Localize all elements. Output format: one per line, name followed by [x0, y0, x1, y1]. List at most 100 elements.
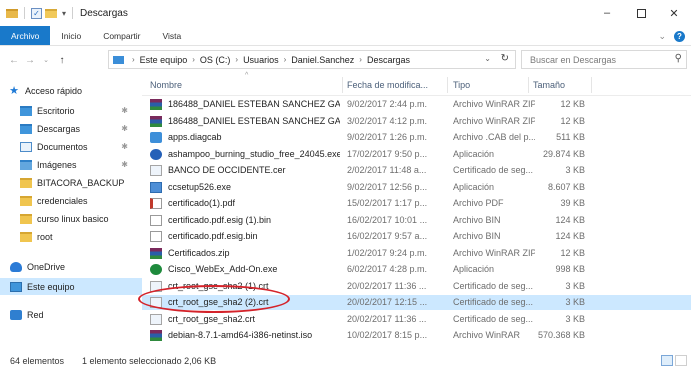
sidebar-item-onedrive[interactable]: OneDrive [0, 258, 142, 275]
file-type: Aplicación [453, 181, 495, 192]
file-row[interactable]: certificado.pdf.esig (1).bin 16/02/2017 … [142, 213, 691, 228]
diagcab-icon [150, 132, 162, 143]
divider[interactable] [528, 77, 529, 93]
certificate-icon [150, 297, 162, 308]
chevron-down-icon[interactable]: ▾ [62, 9, 66, 18]
file-size: 3 KB [565, 165, 585, 175]
folder-icon [20, 231, 32, 242]
file-date: 3/02/2017 4:12 p.m. [347, 115, 428, 126]
file-row[interactable]: ccsetup526.exe 9/02/2017 12:56 p... Apli… [142, 180, 691, 195]
divider [24, 7, 25, 19]
file-row[interactable]: crt_root_gse_sha2 (1).crt 20/02/2017 11:… [142, 279, 691, 294]
minimize-button[interactable]: – [590, 0, 624, 26]
expand-ribbon-icon[interactable]: ⌄ [658, 31, 666, 42]
file-row[interactable]: certificado.pdf.esig.bin 16/02/2017 9:57… [142, 229, 691, 244]
file-type: Archivo WinRAR [453, 330, 521, 340]
pin-icon[interactable]: ✱ [121, 106, 128, 115]
breadcrumb-user[interactable]: Daniel.Sanchez [291, 55, 354, 65]
file-row-selected[interactable]: crt_root_gse_sha2 (2).crt 20/02/2017 12:… [142, 295, 691, 310]
file-type: Archivo .CAB del p... [453, 132, 535, 142]
column-header-date[interactable]: Fecha de modifica... [347, 74, 445, 96]
tab-compartir[interactable]: Compartir [92, 26, 151, 45]
maximize-button[interactable] [624, 0, 658, 26]
recent-locations-button[interactable]: ⌄ [38, 56, 54, 64]
sidebar-item-label: credenciales [37, 195, 88, 206]
sidebar-item-root[interactable]: root [0, 228, 142, 245]
properties-icon[interactable]: ✓ [31, 7, 42, 19]
ashampoo-icon [150, 148, 162, 160]
pdf-icon [150, 198, 162, 209]
file-row[interactable]: ashampoo_burning_studio_free_24045.exe 1… [142, 147, 691, 162]
file-type: Archivo WinRAR ZIP [453, 99, 535, 109]
breadcrumb-este-equipo[interactable]: Este equipo [140, 55, 188, 65]
column-header-name[interactable]: Nombre ^ [150, 72, 340, 96]
file-name: certificado.pdf.esig (1).bin [168, 214, 272, 225]
sidebar-item-escritorio[interactable]: Escritorio ✱ [0, 102, 142, 119]
folder-icon [20, 213, 32, 224]
column-header-size[interactable]: Tamaño [533, 74, 593, 96]
divider[interactable] [447, 77, 448, 93]
sidebar-item-este-equipo[interactable]: Este equipo [0, 278, 142, 295]
address-row: ← → ⌄ ↑ › Este equipo › OS (C:) › Usuari… [0, 47, 691, 73]
back-button[interactable]: ← [6, 55, 22, 66]
file-date: 17/02/2017 9:50 p... [347, 148, 428, 159]
details-view-icon[interactable] [661, 355, 673, 366]
sidebar-item-documentos[interactable]: Documentos ✱ [0, 138, 142, 155]
documents-icon [20, 141, 32, 152]
sidebar-item-credenciales[interactable]: credenciales [0, 192, 142, 209]
file-row[interactable]: 186488_DANIEL ESTEBAN SANCHEZ GA... 9/02… [142, 97, 691, 112]
file-row[interactable]: certificado(1).pdf 15/02/2017 1:17 p... … [142, 196, 691, 211]
sidebar-item-acceso-rapido[interactable]: ★ Acceso rápido [0, 82, 142, 99]
large-icons-view-icon[interactable] [675, 355, 687, 366]
breadcrumb-usuarios[interactable]: Usuarios [243, 55, 279, 65]
sidebar-item-red[interactable]: Red [0, 306, 142, 323]
tab-vista[interactable]: Vista [152, 26, 193, 45]
search-input[interactable] [522, 51, 662, 68]
file-row[interactable]: crt_root_gse_sha2.crt 20/02/2017 11:36 .… [142, 312, 691, 327]
file-row[interactable]: debian-8.7.1-amd64-i386-netinst.iso 10/0… [142, 328, 691, 343]
help-icon[interactable]: ? [674, 30, 685, 42]
chevron-right-icon[interactable]: › [132, 55, 135, 64]
sidebar-item-bitacora-backup[interactable]: BITACORA_BACKUP [0, 174, 142, 191]
close-button[interactable]: ✕ [657, 0, 691, 26]
sidebar-item-descargas[interactable]: Descargas ✱ [0, 120, 142, 137]
search-box[interactable]: ⚲ [521, 50, 687, 69]
chevron-down-icon[interactable]: ⌄ [484, 54, 491, 63]
file-row[interactable]: Cisco_WebEx_Add-On.exe 6/02/2017 4:28 p.… [142, 262, 691, 277]
file-row[interactable]: BANCO DE OCCIDENTE.cer 2/02/2017 11:48 a… [142, 163, 691, 178]
address-bar[interactable]: › Este equipo › OS (C:) › Usuarios › Dan… [108, 50, 516, 69]
tab-archivo[interactable]: Archivo [0, 26, 51, 45]
divider[interactable] [591, 77, 592, 93]
file-type: Archivo BIN [453, 214, 501, 225]
divider[interactable] [342, 77, 343, 93]
column-header-type[interactable]: Tipo [453, 74, 523, 96]
new-folder-icon[interactable] [45, 8, 57, 18]
breadcrumb-descargas[interactable]: Descargas [367, 55, 410, 65]
search-icon[interactable]: ⚲ [675, 53, 682, 64]
up-button[interactable]: ↑ [54, 55, 70, 66]
file-date: 10/02/2017 8:15 p... [347, 330, 428, 340]
file-size: 39 KB [560, 198, 585, 208]
forward-button[interactable]: → [22, 55, 38, 66]
pin-icon[interactable]: ✱ [121, 142, 128, 151]
file-date: 20/02/2017 12:15 ... [347, 297, 428, 307]
file-row[interactable]: Certificados.zip 1/02/2017 9:24 p.m. Arc… [142, 246, 691, 261]
sidebar-item-curso-linux-basico[interactable]: curso linux basico [0, 210, 142, 227]
file-row[interactable]: apps.diagcab 9/02/2017 1:26 p.m. Archivo… [142, 130, 691, 145]
chevron-right-icon[interactable]: › [235, 55, 238, 64]
sidebar-item-label: curso linux basico [37, 213, 109, 224]
sidebar-item-label: Escritorio [37, 105, 75, 116]
file-size: 570.368 KB [537, 330, 585, 340]
breadcrumb-os-c[interactable]: OS (C:) [200, 55, 231, 65]
sidebar-item-imagenes[interactable]: Imágenes ✱ [0, 156, 142, 173]
chevron-right-icon[interactable]: › [284, 55, 287, 64]
chevron-right-icon[interactable]: › [192, 55, 195, 64]
file-row[interactable]: 186488_DANIEL ESTEBAN SANCHEZ GA... 3/02… [142, 114, 691, 129]
tab-inicio[interactable]: Inicio [50, 26, 92, 45]
file-date: 20/02/2017 11:36 ... [347, 280, 427, 291]
chevron-right-icon[interactable]: › [359, 55, 362, 64]
refresh-icon[interactable]: ↻ [501, 53, 509, 64]
pin-icon[interactable]: ✱ [121, 124, 128, 133]
file-date: 16/02/2017 9:57 a... [347, 231, 428, 241]
pin-icon[interactable]: ✱ [121, 160, 128, 169]
